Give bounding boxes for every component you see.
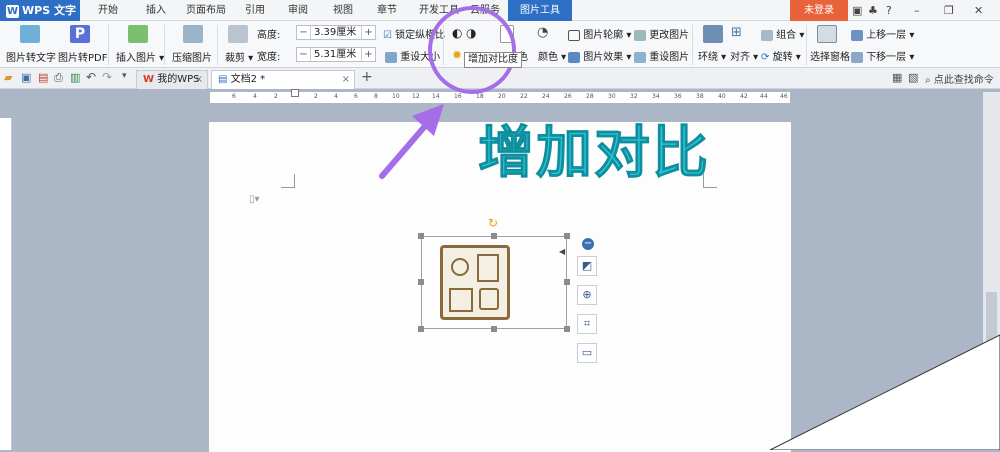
contrast-tooltip: 增加对比度 [464,52,522,68]
annotation-title: 增加对比 [478,121,710,187]
arrow-icon [379,104,444,179]
highlight-circle [428,6,516,94]
